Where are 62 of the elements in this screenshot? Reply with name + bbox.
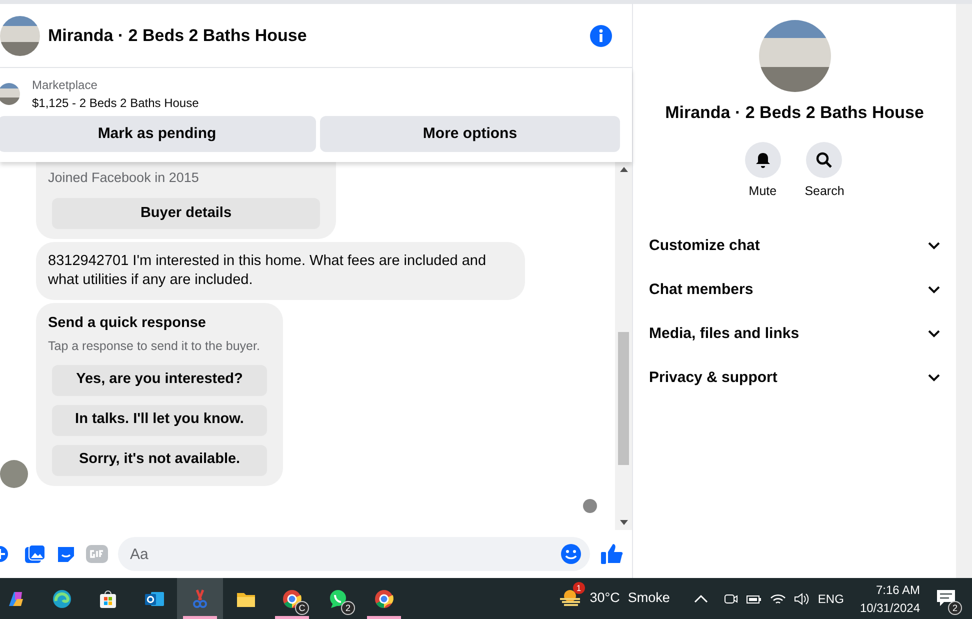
edge-icon — [51, 588, 73, 610]
chevron-icon — [928, 374, 940, 382]
weather-condition[interactable]: Smoke — [628, 588, 670, 609]
message-bubble: 8312942701 I'm interested in this home. What fees are included and what utilities if any are included. — [36, 242, 525, 300]
joined-text: Joined Facebook in 2015 — [48, 169, 200, 187]
action-label: Mute — [748, 182, 777, 200]
search-button[interactable] — [806, 142, 842, 178]
info-icon[interactable] — [590, 24, 612, 46]
message-input-field[interactable]: Aa — [118, 537, 590, 571]
quick-response-button[interactable]: In talks. I'll let you know. — [52, 404, 267, 436]
mark-pending-button[interactable]: Mark as pending — [0, 116, 316, 152]
chevron-icon — [928, 330, 940, 338]
taskbar-app[interactable]: 2 — [315, 578, 361, 619]
chevron-icon — [928, 286, 940, 294]
clock-date[interactable]: 10/31/2024 — [860, 598, 920, 616]
taskbar-app[interactable]: C — [269, 578, 315, 619]
notification-badge: 2 — [948, 600, 962, 614]
speaker-icon[interactable] — [794, 592, 810, 606]
listing-title: $1,125 - 2 Beds 2 Baths House — [32, 95, 199, 112]
more-options-button[interactable]: More options — [320, 116, 620, 152]
section-toggle[interactable]: Media, files and links — [633, 312, 956, 356]
chevron-icon — [928, 242, 940, 250]
quick-response-title: Send a quick response — [48, 314, 207, 334]
conversation-name: Miranda · 2 Beds 2 Baths House — [665, 102, 924, 124]
bag-icon — [97, 588, 119, 610]
count-badge: C — [295, 601, 309, 615]
quick-response-hint: Tap a response to send it to the buyer. — [48, 338, 261, 355]
sender-avatar — [0, 460, 28, 488]
search-icon — [815, 150, 834, 168]
wifi-icon[interactable] — [770, 592, 786, 606]
section-toggle[interactable]: Privacy & support — [633, 356, 956, 400]
listing-label: Marketplace — [32, 77, 98, 94]
clock-time[interactable]: 7:16 AM — [876, 580, 920, 598]
weather-badge: 1 — [572, 582, 585, 594]
listing-photo — [0, 83, 20, 105]
browser-icon — [281, 588, 303, 610]
mute-button[interactable] — [744, 142, 781, 178]
buyer-details-button[interactable]: Buyer details — [52, 198, 320, 230]
action-label: Search — [804, 182, 844, 200]
scroll-up-icon[interactable] — [620, 166, 628, 172]
bell-icon — [754, 150, 772, 168]
sticker-icon[interactable] — [56, 544, 76, 564]
section-toggle[interactable]: Chat members — [633, 268, 956, 312]
seen-avatar — [583, 499, 597, 513]
section-toggle[interactable]: Customize chat — [633, 224, 956, 268]
emoji-icon[interactable] — [560, 543, 582, 565]
chat-bubble-icon — [327, 588, 349, 610]
count-badge: 2 — [341, 601, 355, 615]
browser-icon — [373, 588, 395, 610]
camera-icon[interactable] — [724, 592, 738, 606]
scroll-down-icon[interactable] — [620, 520, 628, 526]
weather-temperature[interactable]: 30°C — [590, 588, 620, 609]
quick-response-button[interactable]: Sorry, it's not available. — [52, 444, 267, 476]
chevron-up-icon[interactable] — [694, 594, 708, 604]
language-indicator[interactable]: ENG — [818, 590, 844, 608]
chat-title: Miranda · 2 Beds 2 Baths House — [48, 24, 307, 47]
quick-response-button[interactable]: Yes, are you interested? — [52, 364, 267, 396]
photo-icon[interactable] — [24, 544, 46, 564]
battery-icon[interactable] — [746, 592, 762, 604]
thumbs-up-icon[interactable] — [600, 543, 624, 565]
house-photo-avatar — [0, 16, 40, 56]
scrollbar-thumb[interactable] — [618, 332, 629, 465]
